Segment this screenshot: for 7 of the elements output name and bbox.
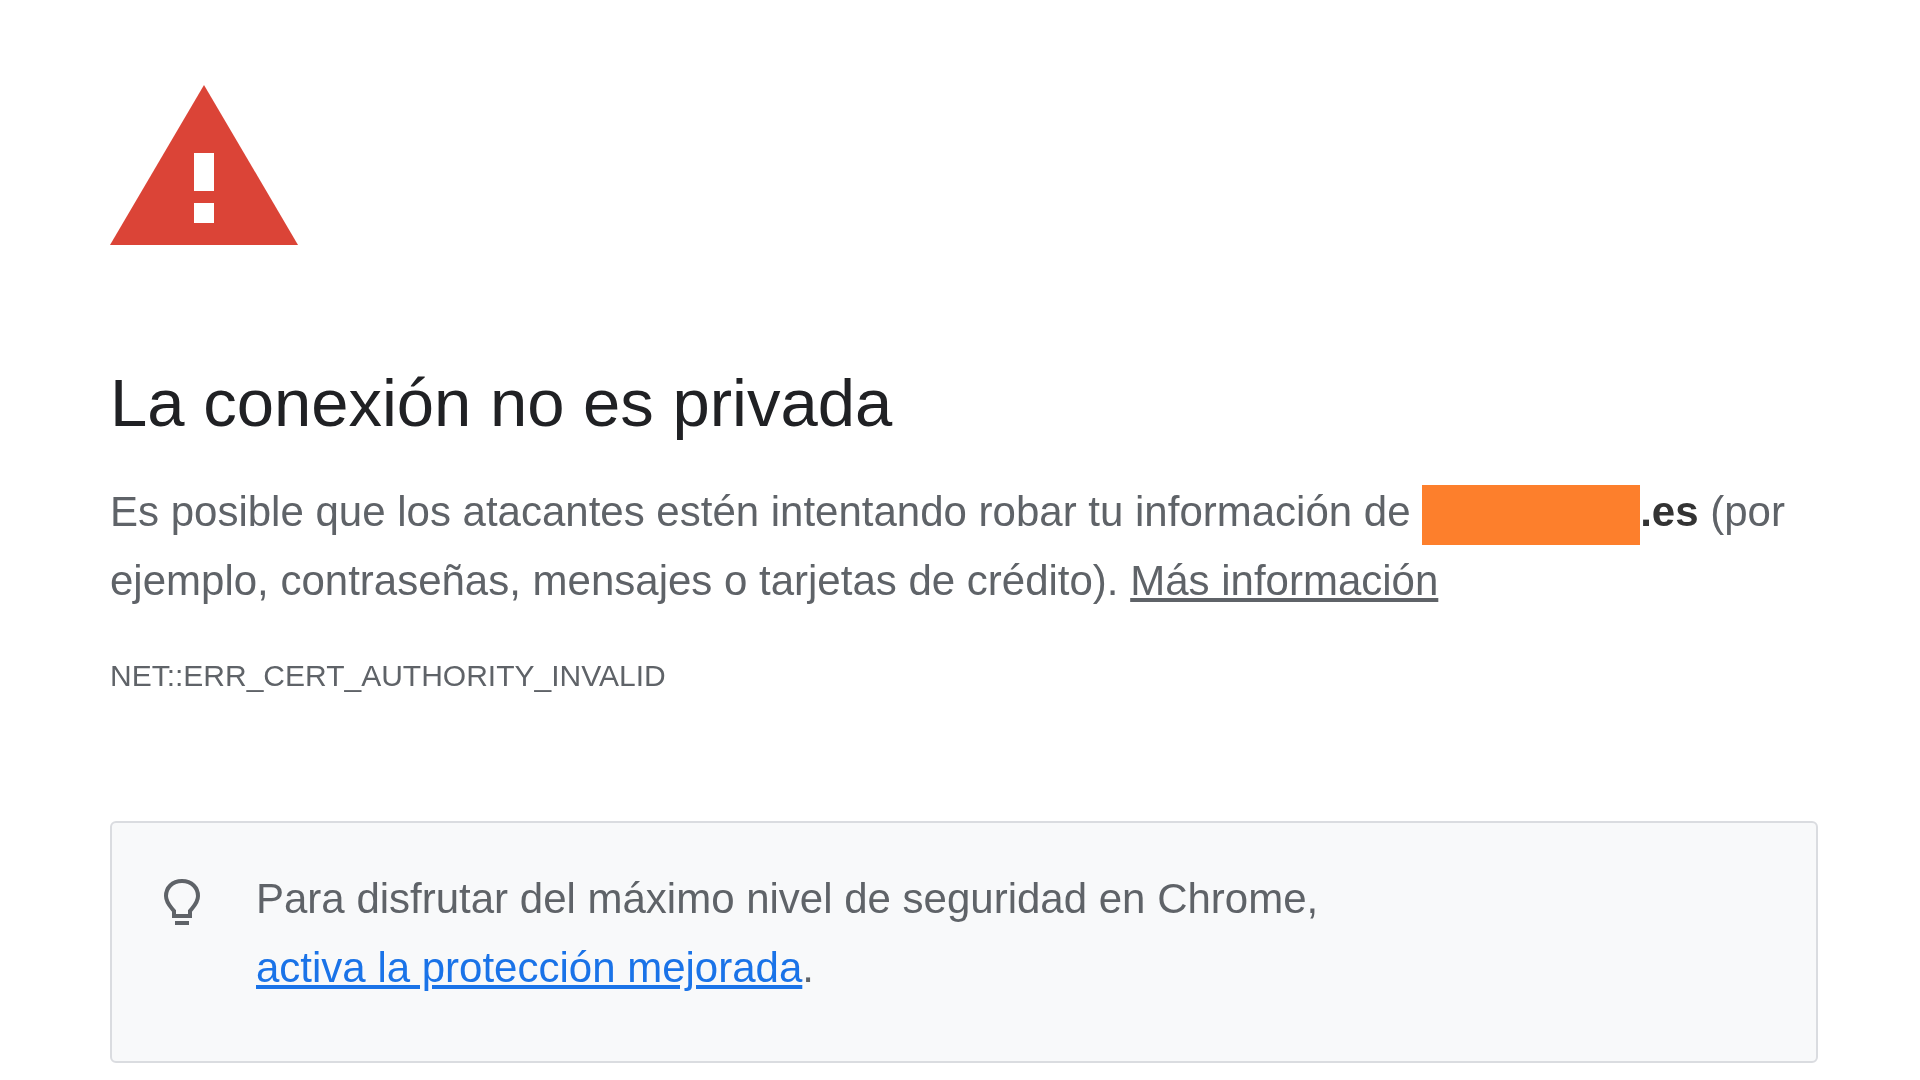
tip-text: Para disfrutar del máximo nivel de seguridad en Chrome, activa la protección mejorada. <box>256 874 1320 994</box>
page-heading: La conexión no es privada <box>110 364 894 442</box>
error-code: NET::ERR_CERT_AUTHORITY_INVALID <box>110 659 667 694</box>
warning-icon <box>110 85 298 245</box>
warning-message: Es posible que los atacantes estén intentando robar tu información de .es (por ejemplo, contraseñas, mensajes o tarjetas de crédito). Más información <box>110 477 1820 616</box>
enhanced-protection-link[interactable]: activa la protección mejorada <box>256 944 803 992</box>
more-info-link[interactable]: Más información <box>1130 557 1439 605</box>
